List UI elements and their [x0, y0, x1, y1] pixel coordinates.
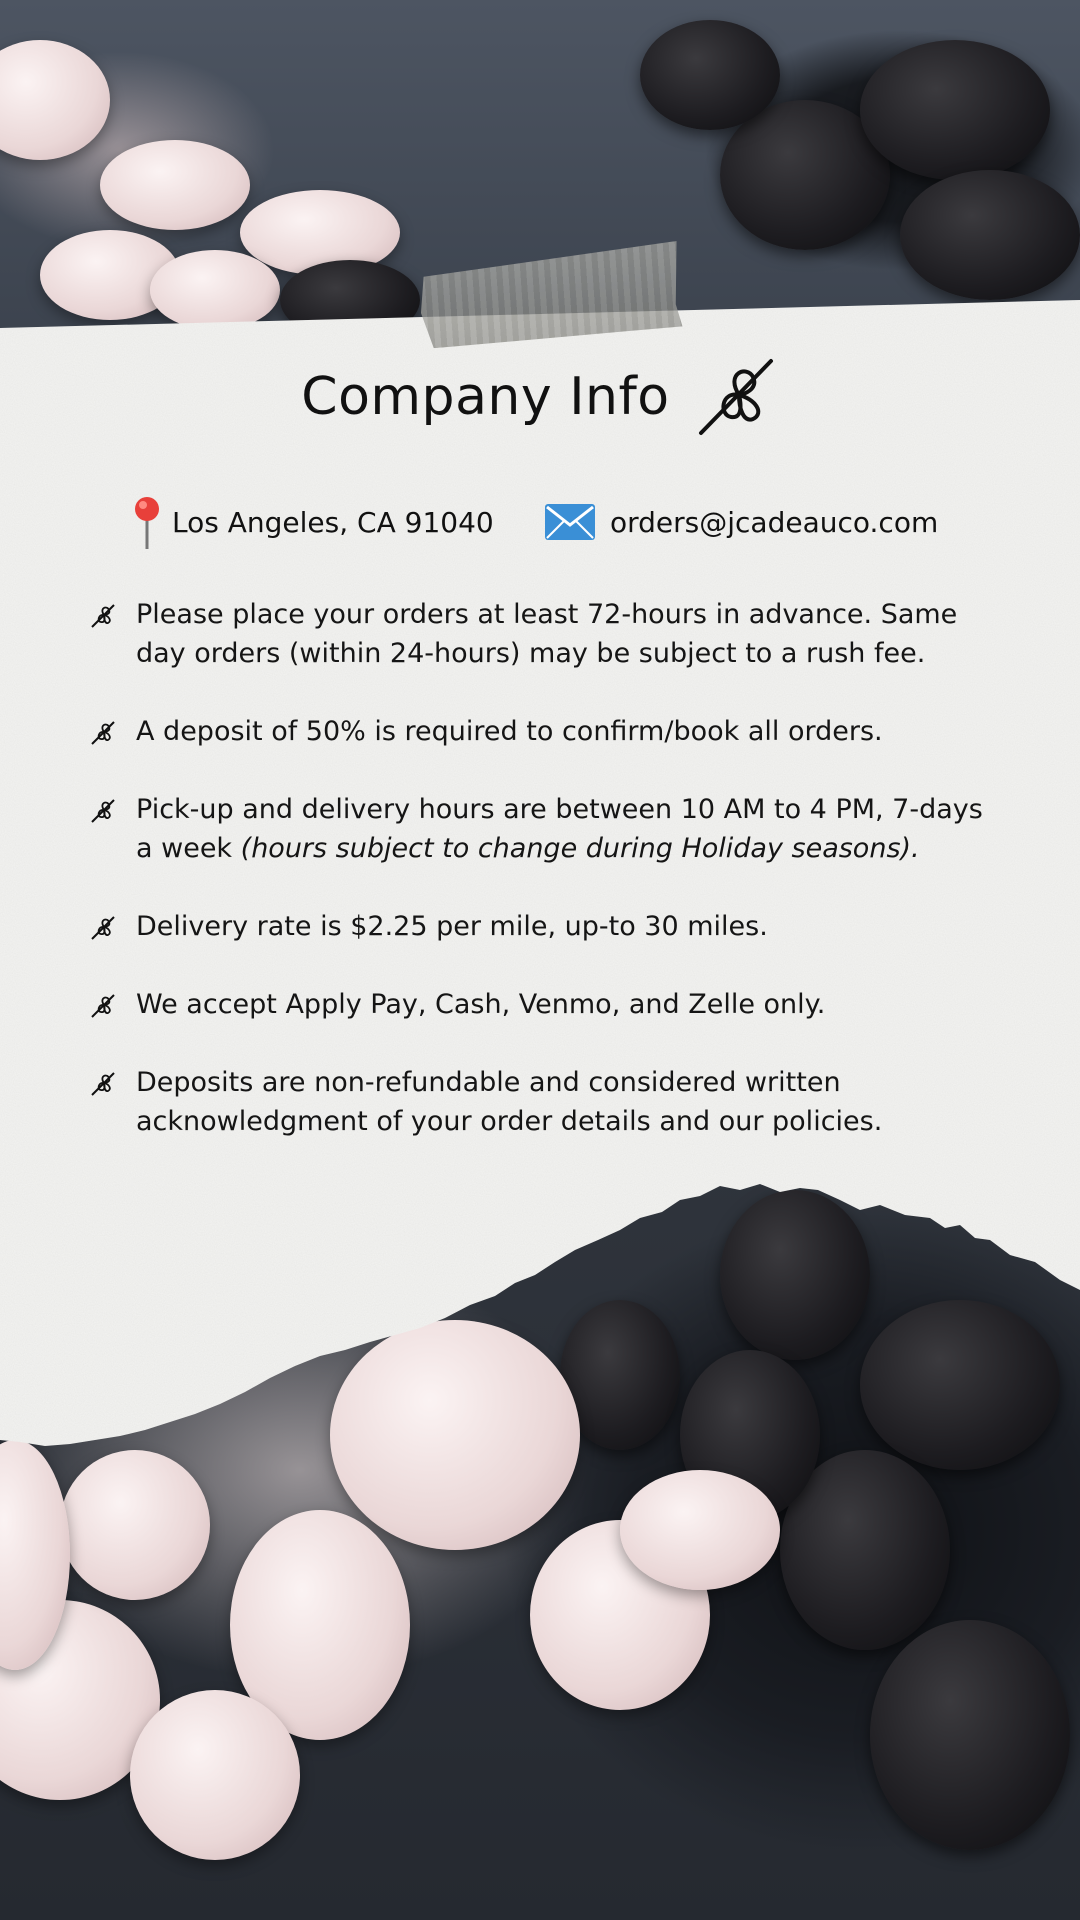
- list-item: Deposits are non-refundable and consider…: [90, 1063, 990, 1141]
- list-item: Delivery rate is $2.25 per mile, up-to 3…: [90, 907, 990, 946]
- whisk-icon: [91, 721, 115, 745]
- whisk-icon: [91, 916, 115, 940]
- title-row: Company Info: [0, 355, 1080, 439]
- rule-text: Deposits are non-refundable and consider…: [136, 1067, 883, 1137]
- rule-text: We accept Apply Pay, Cash, Venmo, and Ze…: [136, 989, 826, 1020]
- list-item: We accept Apply Pay, Cash, Venmo, and Ze…: [90, 985, 990, 1024]
- list-item: A deposit of 50% is required to confirm/…: [90, 712, 990, 751]
- whisk-icon: [91, 1072, 115, 1096]
- rule-text: Please place your orders at least 72-hou…: [136, 599, 958, 669]
- whisk-icon: [91, 604, 115, 628]
- page-title: Company Info: [301, 367, 670, 427]
- contact-row: Los Angeles, CA 91040 orders@jcadeauco.c…: [0, 492, 1080, 552]
- list-item: Please place your orders at least 72-hou…: [90, 595, 990, 673]
- policy-list: Please place your orders at least 72-hou…: [90, 595, 990, 1180]
- rule-text: A deposit of 50% is required to confirm/…: [136, 716, 883, 747]
- whisk-icon: [91, 994, 115, 1018]
- rule-text: Delivery rate is $2.25 per mile, up-to 3…: [136, 911, 768, 942]
- rule-note: (hours subject to change during Holiday …: [240, 833, 920, 864]
- email-item: orders@jcadeauco.com: [544, 492, 938, 552]
- location-text: Los Angeles, CA 91040: [172, 505, 494, 539]
- location-item: Los Angeles, CA 91040: [128, 492, 494, 552]
- pin-icon: [135, 497, 159, 549]
- email-link[interactable]: orders@jcadeauco.com: [610, 506, 938, 539]
- whisk-icon: [698, 359, 773, 435]
- list-item: Pick-up and delivery hours are between 1…: [90, 790, 990, 868]
- whisk-icon: [91, 799, 115, 823]
- envelope-icon: [545, 504, 595, 540]
